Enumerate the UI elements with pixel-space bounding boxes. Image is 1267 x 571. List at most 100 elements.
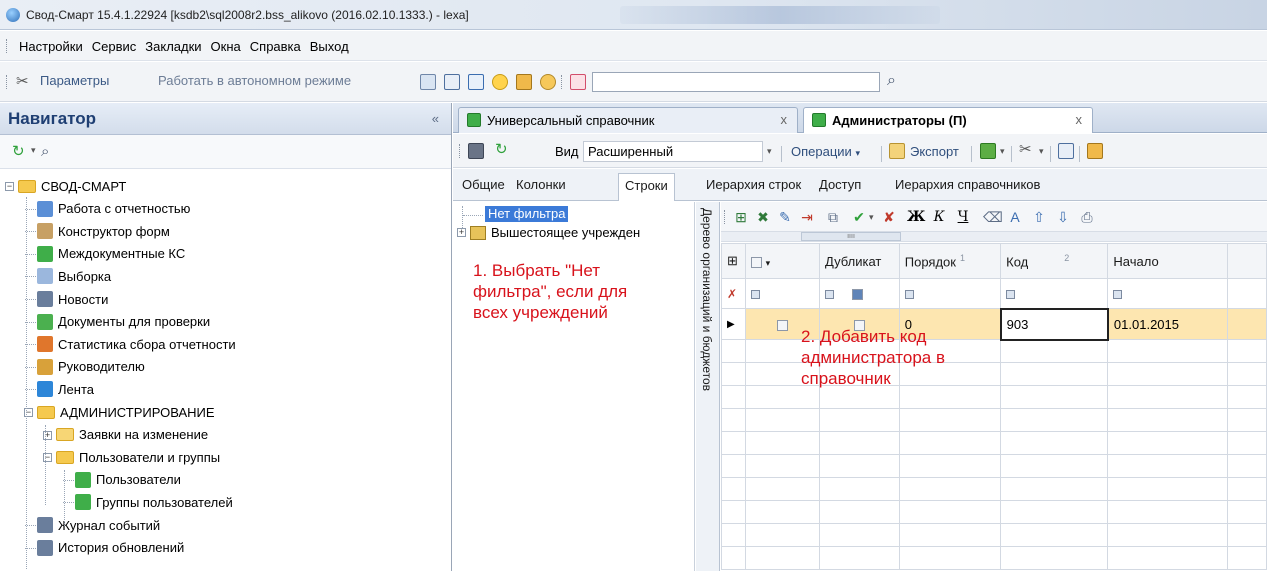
tab-universal-directory[interactable]: Универсальный справочник x [458, 107, 798, 133]
tree-item[interactable]: Документы для проверки [37, 311, 210, 333]
tree-item[interactable]: Работа с отчетностью [37, 198, 190, 220]
menu-exit[interactable]: Выход [308, 39, 351, 54]
underline-button[interactable]: Ч [955, 209, 971, 225]
filter-condition-icon[interactable] [1113, 290, 1123, 300]
arrow-up-icon[interactable]: ⇧ [1031, 209, 1047, 225]
bold-button[interactable]: Ж [907, 209, 925, 225]
tools-icon[interactable]: ✂ [1019, 142, 1035, 158]
import-icon[interactable] [980, 143, 996, 159]
print-icon[interactable]: ⎙ [1079, 209, 1095, 225]
users-icon[interactable] [540, 74, 556, 90]
parent-institution-item[interactable]: + Вышестоящее учрежден [457, 225, 640, 240]
tree-item[interactable]: Журнал событий [37, 514, 160, 536]
menu-bookmarks[interactable]: Закладки [143, 39, 203, 54]
toolbar-grip[interactable] [724, 210, 727, 224]
toolbar-grip-2[interactable] [561, 75, 564, 89]
tab-access[interactable]: Доступ [819, 177, 861, 192]
view-select[interactable]: Расширенный [583, 141, 763, 162]
tree-item[interactable]: Руководителю [37, 356, 145, 378]
tab-row-hierarchy[interactable]: Иерархия строк [706, 177, 801, 192]
menu-help[interactable]: Справка [248, 39, 303, 54]
code-cell[interactable]: 903 [999, 307, 1109, 341]
message-icon[interactable] [570, 74, 586, 90]
org-tree-strip[interactable]: Дерево организаций и бюджетов [696, 202, 720, 571]
tree-item[interactable]: Выборка [37, 265, 111, 287]
filter-condition-icon[interactable] [904, 290, 914, 300]
refresh-icon[interactable]: ↻ [12, 144, 28, 160]
filter-cell[interactable] [1107, 278, 1228, 309]
tree-item[interactable]: Заявки на изменение [56, 424, 208, 446]
filter-value-checkbox[interactable] [851, 289, 863, 301]
package-icon[interactable] [1087, 143, 1103, 159]
tree-item[interactable]: Пользователи и группы [56, 446, 220, 468]
filter-condition-icon[interactable] [1006, 289, 1016, 299]
chevron-down-icon[interactable]: ▾ [1000, 146, 1005, 157]
scroll-thumb[interactable]: ıııı [801, 232, 901, 241]
italic-button[interactable]: К [931, 209, 947, 225]
grid-settings-icon[interactable]: ⊞ [727, 253, 738, 268]
text-style-icon[interactable]: A [1007, 209, 1023, 225]
tab-rows[interactable]: Строки [618, 173, 675, 201]
edit-row-icon[interactable]: ✎ [777, 209, 793, 225]
select-all-checkbox[interactable] [750, 256, 762, 268]
binoculars-icon[interactable]: ⌕ [887, 73, 903, 89]
edit-document-icon[interactable] [468, 74, 484, 90]
tab-general[interactable]: Общие [462, 177, 505, 192]
tree-item[interactable]: СВОД-СМАРТ [18, 175, 126, 197]
tab-directory-hierarchy[interactable]: Иерархия справочников [895, 177, 1040, 192]
tree-item[interactable]: История обновлений [37, 537, 184, 559]
filter-cell[interactable] [819, 278, 900, 309]
info-icon[interactable] [492, 74, 508, 90]
tab-administrators[interactable]: Администраторы (П) x [803, 107, 1093, 133]
uncheck-icon[interactable]: ✘ [881, 209, 897, 225]
no-filter-item[interactable]: Нет фильтра [485, 206, 569, 222]
check-icon[interactable]: ✔ [851, 209, 867, 225]
toolbar-grip[interactable] [459, 144, 462, 158]
horizontal-scrollbar[interactable]: ıııı [721, 232, 1267, 242]
chevron-down-icon[interactable]: ▾ [1039, 146, 1044, 157]
refresh-icon[interactable]: ↻ [495, 142, 511, 158]
tree-item[interactable]: Конструктор форм [37, 220, 170, 242]
save-icon[interactable] [468, 143, 484, 159]
filter-cell[interactable] [1000, 278, 1109, 309]
filter-cell[interactable] [744, 278, 821, 309]
calendar-icon[interactable] [420, 74, 436, 90]
filter-cell[interactable] [898, 278, 1002, 309]
extra-cell[interactable] [1226, 308, 1267, 340]
menu-settings[interactable]: Настройки [17, 39, 85, 54]
delete-row-icon[interactable]: ✖ [755, 209, 771, 225]
menu-service[interactable]: Сервис [90, 39, 139, 54]
column-header-start[interactable]: Начало [1107, 243, 1228, 279]
chevron-down-icon[interactable]: ▾ [869, 212, 874, 223]
refresh-dropdown-icon[interactable]: ▾ [31, 145, 36, 156]
collapse-icon[interactable]: − [5, 182, 14, 191]
filter-pin-icon[interactable]: ✗ [721, 278, 746, 309]
tree-item[interactable]: АДМИНИСТРИРОВАНИЕ [37, 401, 215, 423]
eraser-icon[interactable]: ⌫ [983, 209, 1003, 225]
tree-item[interactable]: Междокументные КС [37, 243, 185, 265]
menubar-grip[interactable] [6, 39, 9, 53]
offline-mode-button[interactable]: Работать в автономном режиме [158, 73, 351, 88]
tree-item[interactable]: Новости [37, 288, 108, 310]
tree-item[interactable]: Пользователи [75, 469, 181, 491]
params-button[interactable]: Параметры [40, 73, 109, 88]
move-row-icon[interactable]: ⇥ [799, 209, 815, 225]
tree-item[interactable]: Группы пользователей [75, 491, 233, 513]
toolbar-grip[interactable] [6, 75, 9, 89]
tree-item[interactable]: Лента [37, 378, 94, 400]
package-icon[interactable] [516, 74, 532, 90]
expand-icon[interactable]: + [457, 228, 466, 237]
column-header-code[interactable]: Код 2 [1000, 243, 1109, 279]
chevron-down-icon[interactable]: ▾ [766, 258, 771, 268]
binoculars-icon[interactable]: ⌕ [41, 144, 57, 160]
select-all-header[interactable]: ▾ [744, 243, 821, 279]
close-icon[interactable]: x [1076, 112, 1083, 127]
column-header-order[interactable]: Порядок 1 [898, 243, 1002, 279]
grid-icon[interactable] [444, 74, 460, 90]
tree-item[interactable]: Статистика сбора отчетности [37, 333, 236, 355]
close-icon[interactable]: x [781, 112, 788, 127]
grid-settings-header[interactable]: ⊞ [721, 243, 746, 279]
column-header-duplicate[interactable]: Дубликат [819, 243, 900, 279]
menu-windows[interactable]: Окна [209, 39, 243, 54]
add-row-icon[interactable]: ⊞ [733, 209, 749, 225]
